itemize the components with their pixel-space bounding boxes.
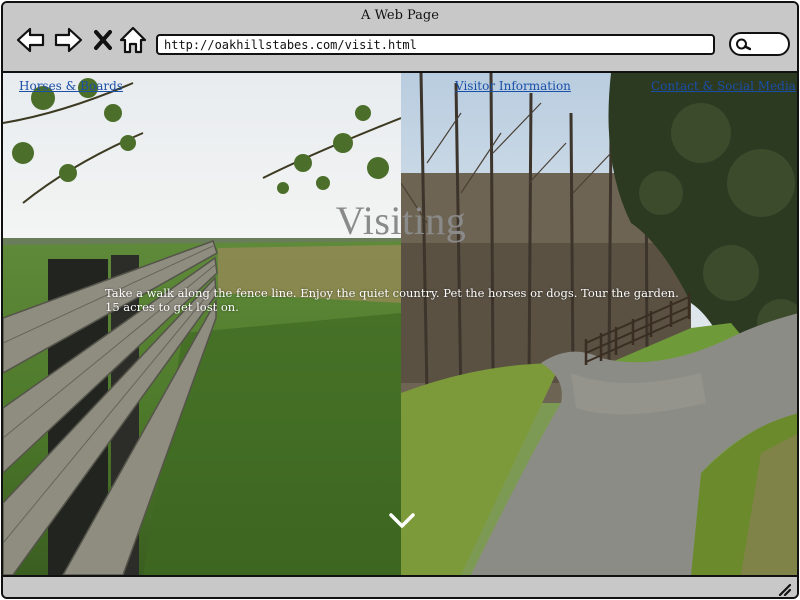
- window-title: A Web Page: [361, 8, 439, 23]
- search-icon: [736, 38, 751, 51]
- nav-link-horses-boards[interactable]: Horses & Boards: [19, 79, 123, 93]
- browser-toolbar: A Web Page http://oakhillstabes.com/visi…: [3, 3, 797, 73]
- browser-window: A Web Page http://oakhillstabes.com/visi…: [1, 1, 799, 599]
- hero-description: Take a walk along the fence line. Enjoy …: [105, 286, 679, 314]
- nav-link-contact-social-media[interactable]: Contact & Social Media: [651, 79, 796, 93]
- woodland-path-photo: [401, 73, 797, 575]
- status-bar: [3, 575, 797, 597]
- fence-field-photo: [3, 73, 401, 575]
- arrow-left-icon[interactable]: [16, 25, 46, 55]
- chevron-down-icon[interactable]: [387, 511, 417, 531]
- home-icon[interactable]: [118, 25, 148, 55]
- arrow-right-icon[interactable]: [53, 25, 83, 55]
- page-viewport[interactable]: Horses & Boards Visitor Information Cont…: [3, 73, 797, 575]
- nav-link-visitor-information[interactable]: Visitor Information: [455, 79, 571, 93]
- resize-grip-icon[interactable]: [777, 581, 792, 597]
- close-icon[interactable]: [91, 25, 115, 55]
- search-button[interactable]: [729, 32, 790, 56]
- address-bar[interactable]: http://oakhillstabes.com/visit.html: [156, 34, 715, 55]
- page-title: Visiting: [335, 198, 467, 243]
